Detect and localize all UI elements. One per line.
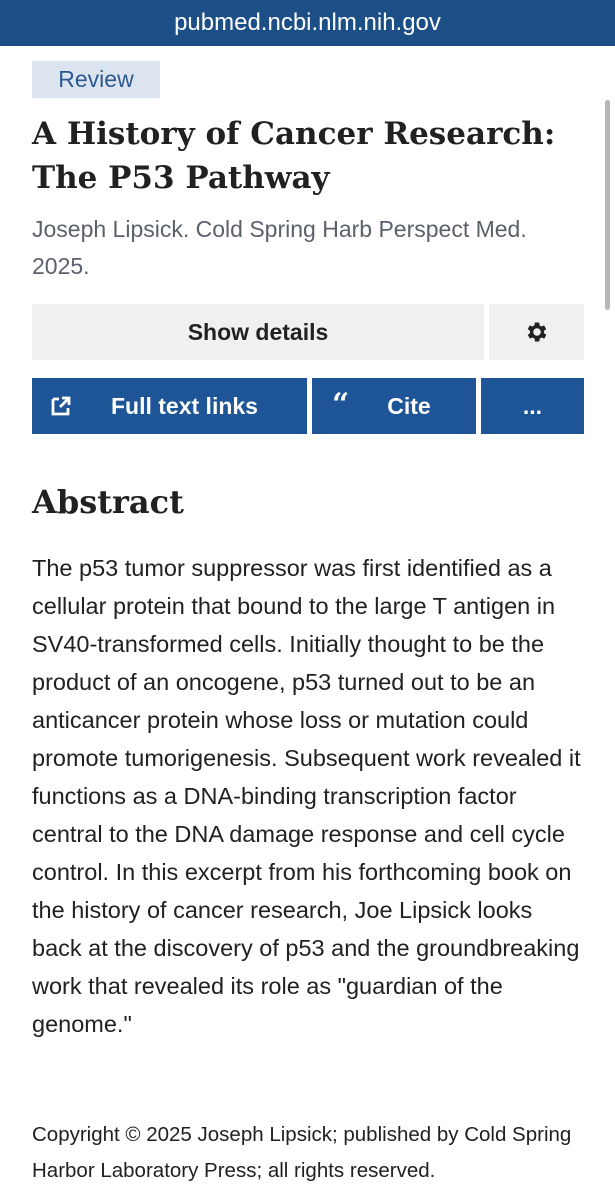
- article-type-badge: Review: [32, 61, 160, 98]
- scrollbar[interactable]: [605, 100, 610, 310]
- url-text: pubmed.ncbi.nlm.nih.gov: [174, 9, 441, 36]
- full-text-links-button[interactable]: Full text links: [32, 378, 307, 434]
- display-options-button[interactable]: [489, 304, 584, 360]
- show-details-button[interactable]: Show details: [32, 304, 484, 360]
- citation-line: Joseph Lipsick. Cold Spring Harb Perspec…: [32, 216, 527, 279]
- more-actions-label: ...: [522, 392, 543, 419]
- abstract-heading: Abstract: [32, 483, 184, 521]
- full-text-links-label: Full text links: [111, 392, 258, 419]
- cite-button[interactable]: “ Cite: [312, 378, 476, 434]
- show-details-label: Show details: [187, 318, 329, 345]
- url-bar[interactable]: pubmed.ncbi.nlm.nih.gov: [0, 0, 615, 46]
- abstract-text: The p53 tumor suppressor was first ident…: [32, 555, 581, 1037]
- gear-icon: [524, 319, 550, 345]
- article-title: A History of Cancer Research: The P53 Pa…: [32, 116, 556, 196]
- quote-icon: “: [332, 387, 350, 422]
- external-link-icon: [50, 395, 72, 417]
- cite-label: Cite: [387, 392, 431, 419]
- copyright-notice: Copyright © 2025 Joseph Lipsick; publish…: [32, 1123, 572, 1182]
- more-actions-button[interactable]: ...: [481, 378, 584, 434]
